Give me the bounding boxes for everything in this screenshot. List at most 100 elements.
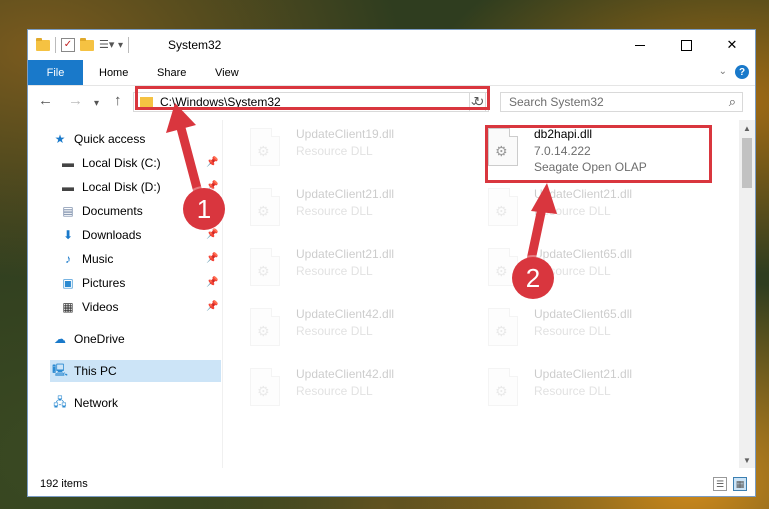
up-button[interactable]: ↑ (114, 93, 122, 109)
sidebar-item-pictures[interactable]: ▣ Pictures (60, 272, 125, 294)
toolbar-dropdown-icon[interactable]: ▾ (118, 40, 123, 51)
tab-home[interactable]: Home (99, 60, 128, 85)
search-icon[interactable]: ⌕ (729, 94, 736, 110)
ribbon-tabs: File Home Share View ⌄ ? (28, 60, 755, 86)
file-name: UpdateClient42.dll (296, 307, 395, 321)
refresh-icon: ↻ (473, 94, 485, 109)
file-name: UpdateClient21.dll (534, 367, 633, 381)
sidebar-item-label: Quick access (74, 132, 146, 146)
sidebar-item-label: Music (82, 252, 114, 266)
file-description: Seagate Open OLAP (534, 160, 647, 174)
maximize-button[interactable] (663, 30, 709, 60)
list-item[interactable]: ⚙ UpdateClient21.dll Resource DLL (488, 366, 708, 412)
scroll-thumb[interactable] (742, 138, 752, 188)
sidebar-item-this-pc[interactable]: 🖳 This PC (52, 360, 117, 382)
computer-icon: 🖳 (52, 362, 69, 377)
maximize-icon (680, 39, 692, 51)
sidebar-item-downloads[interactable]: ⬇ Downloads (60, 224, 141, 246)
address-path[interactable]: C:\Windows\System32 (160, 95, 281, 109)
dll-file-icon: ⚙ (250, 188, 280, 226)
videos-icon: ▦ (62, 300, 74, 314)
scroll-down-icon[interactable]: ▼ (739, 452, 755, 468)
new-folder-icon[interactable] (80, 37, 94, 51)
search-box[interactable]: Search System32 ⌕ (500, 92, 743, 112)
sidebar-item-label: Videos (82, 300, 119, 314)
vertical-scrollbar[interactable]: ▲ ▼ (739, 120, 755, 468)
dll-file-icon: ⚙ (488, 308, 518, 346)
file-type: Resource DLL (296, 384, 373, 398)
list-item-db2hapi[interactable]: ⚙ db2hapi.dll 7.0.14.222 Seagate Open OL… (488, 126, 708, 174)
minimize-button[interactable] (617, 30, 663, 60)
dll-file-icon: ⚙ (488, 368, 518, 406)
tab-view[interactable]: View (215, 60, 239, 85)
sidebar-item-label: Local Disk (C:) (82, 156, 161, 170)
file-name: UpdateClient19.dll (296, 127, 395, 141)
search-input[interactable]: Search System32 (509, 95, 604, 109)
forward-button[interactable]: → (68, 93, 83, 109)
item-count: 192 items (40, 478, 88, 490)
documents-icon: ▤ (62, 204, 74, 218)
list-item[interactable]: ⚙ UpdateClient21.dll Resource DLL (250, 246, 470, 292)
pin-icon[interactable]: 📌 (206, 157, 218, 168)
list-item[interactable]: ⚙ UpdateClient65.dll Resource DLL (488, 306, 708, 352)
navigation-pane: ★ Quick access ▬ Local Disk (C:) 📌 ▬ Loc… (28, 120, 224, 468)
properties-check-icon[interactable]: ✓ (61, 38, 75, 52)
recent-locations-icon[interactable]: ▾ (94, 96, 99, 112)
drive-icon: ▬ (62, 180, 74, 194)
sidebar-item-network[interactable]: 🖧 Network (52, 392, 118, 414)
download-icon: ⬇ (62, 228, 74, 242)
tab-share[interactable]: Share (157, 60, 186, 85)
sidebar-item-music[interactable]: ♪ Music (60, 248, 113, 270)
file-version: 7.0.14.222 (534, 144, 591, 158)
gear-icon: ⚙ (257, 143, 270, 159)
sidebar-item-local-disk-c[interactable]: ▬ Local Disk (C:) (60, 152, 161, 174)
folder-icon (36, 37, 50, 51)
pin-icon[interactable]: 📌 (206, 229, 218, 240)
gear-icon: ⚙ (495, 143, 508, 159)
sidebar-item-label: Documents (82, 204, 143, 218)
help-icon[interactable]: ? (735, 65, 749, 79)
pin-icon[interactable]: 📌 (206, 253, 218, 264)
list-item[interactable]: ⚙ UpdateClient21.dll Resource DLL (488, 186, 708, 232)
pin-icon[interactable]: 📌 (206, 301, 218, 312)
expand-ribbon-icon[interactable]: ⌄ (719, 66, 727, 77)
list-item[interactable]: ⚙ UpdateClient21.dll Resource DLL (250, 186, 470, 232)
step-2-badge: 2 (512, 257, 554, 299)
file-type: Resource DLL (534, 324, 611, 338)
file-name: UpdateClient65.dll (534, 307, 633, 321)
sidebar-item-label: This PC (74, 364, 117, 378)
sidebar-item-label: OneDrive (74, 332, 125, 346)
dll-file-icon: ⚙ (250, 128, 280, 166)
sidebar-item-videos[interactable]: ▦ Videos (60, 296, 118, 318)
star-icon: ★ (54, 132, 66, 146)
cloud-icon: ☁ (54, 332, 66, 346)
file-type: Resource DLL (296, 144, 373, 158)
address-row: ← → ▾ ↑ C:\Windows\System32 ⌄ ↻ Search S… (28, 86, 755, 118)
sidebar-item-local-disk-d[interactable]: ▬ Local Disk (D:) (60, 176, 161, 198)
gear-icon: ⚙ (495, 383, 508, 399)
sidebar-item-label: Downloads (82, 228, 142, 242)
step-1-badge: 1 (183, 188, 225, 230)
customize-toolbar-icon[interactable]: ☰▾ (99, 39, 114, 51)
sidebar-item-documents[interactable]: ▤ Documents (60, 200, 143, 222)
close-button[interactable]: ✕ (709, 30, 755, 60)
pane-divider (222, 120, 223, 468)
quick-access-toolbar: ✓ ☰▾ ▾ (36, 37, 130, 53)
refresh-button[interactable]: ↻ (469, 92, 489, 112)
back-button[interactable]: ← (38, 93, 53, 109)
list-item[interactable]: ⚙ UpdateClient42.dll Resource DLL (250, 306, 470, 352)
sidebar-item-onedrive[interactable]: ☁ OneDrive (52, 328, 125, 350)
list-item[interactable]: ⚙ UpdateClient19.dll Resource DLL (250, 126, 470, 172)
list-item[interactable]: ⚙ UpdateClient42.dll Resource DLL (250, 366, 470, 412)
large-icons-view-icon[interactable]: ▦ (733, 477, 747, 491)
dll-file-icon: ⚙ (488, 128, 518, 166)
sidebar-item-quick-access[interactable]: ★ Quick access (52, 128, 146, 150)
scroll-up-icon[interactable]: ▲ (739, 120, 755, 136)
pin-icon[interactable]: 📌 (206, 277, 218, 288)
dll-file-icon: ⚙ (488, 188, 518, 226)
gear-icon: ⚙ (257, 323, 270, 339)
sidebar-item-label: Pictures (82, 276, 126, 290)
tab-file[interactable]: File (28, 60, 83, 85)
address-bar[interactable]: C:\Windows\System32 ⌄ (133, 92, 486, 112)
details-view-icon[interactable]: ☰ (713, 477, 727, 491)
